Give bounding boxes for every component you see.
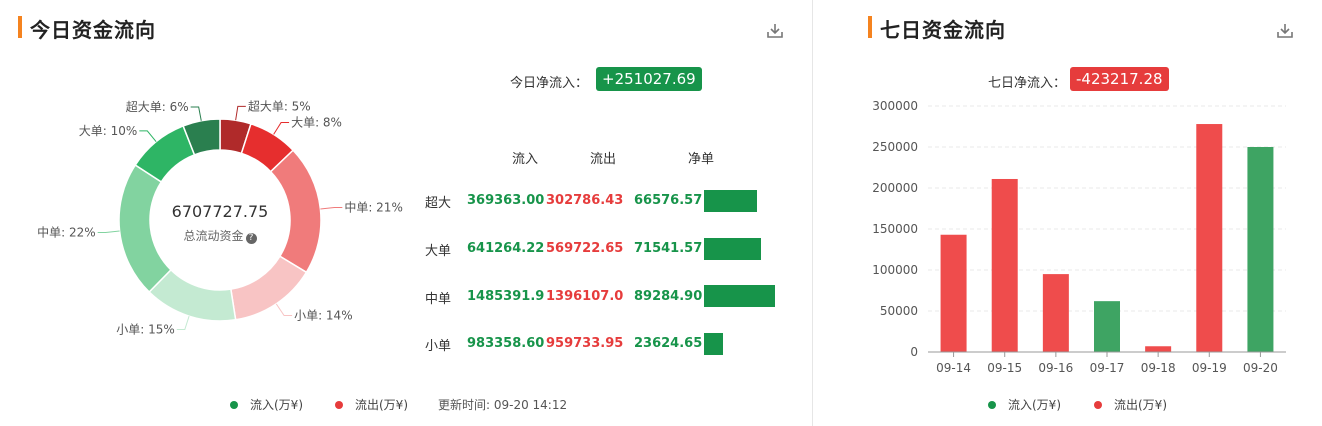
week-net-label: 七日净流入： <box>988 76 1067 91</box>
slice-leader-line <box>273 122 290 135</box>
slice-label: 超大单: 5% <box>248 98 311 113</box>
x-tick-label: 09-17 <box>1090 361 1125 375</box>
legend-inflow[interactable]: 流入(万¥) <box>988 396 1061 413</box>
slice-leader-line <box>190 106 202 121</box>
row-net: 89284.90 <box>634 289 703 304</box>
y-tick-label: 100000 <box>872 263 918 277</box>
y-tick-label: 300000 <box>872 99 918 113</box>
download-icon[interactable] <box>1276 22 1294 40</box>
slice-label: 小单: 14% <box>294 308 353 322</box>
row-outflow: 302786.43 <box>546 193 624 208</box>
slice-leader-line <box>176 316 190 330</box>
y-tick-label: 200000 <box>872 181 918 195</box>
today-net-label: 今日净流入： <box>510 76 589 91</box>
x-tick-label: 09-19 <box>1192 361 1227 375</box>
title-accent-bar <box>18 16 22 38</box>
legend-outflow-label: 流出(万¥) <box>1114 398 1167 412</box>
outflow-dot-icon <box>1094 400 1102 409</box>
download-icon[interactable] <box>766 22 784 40</box>
panel-divider <box>812 0 813 426</box>
slice-label: 中单: 21% <box>344 200 403 215</box>
net-bar <box>704 333 723 355</box>
row-inflow: 1485391.9 <box>467 289 545 304</box>
day-bar[interactable] <box>1247 147 1274 352</box>
day-bar[interactable] <box>1196 124 1223 352</box>
row-label: 小单 <box>425 339 452 354</box>
row-net: 66576.57 <box>634 193 703 208</box>
total-capital-value: 6707727.75 <box>171 202 269 221</box>
header-net: 净单 <box>688 152 715 167</box>
y-tick-label: 250000 <box>872 140 918 154</box>
total-capital-caption: 总流动资金? <box>150 227 290 244</box>
legend-inflow[interactable]: 流入(万¥) <box>230 396 303 413</box>
row-outflow: 1396107.0 <box>546 289 624 304</box>
today-capital-flow-panel: 今日资金流向 超大单: 5% 大单: 8% 中单: 21% 小单: 14% 小单: 15… <box>0 0 808 426</box>
week-net-value-badge: -423217.28 <box>1070 67 1169 91</box>
day-bar[interactable] <box>991 178 1018 352</box>
row-net: 23624.65 <box>634 336 703 351</box>
row-inflow: 369363.00 <box>467 193 545 208</box>
slice-label: 大单: 8% <box>291 116 342 130</box>
row-inflow: 983358.60 <box>467 336 545 351</box>
slice-leader-line <box>139 130 157 143</box>
net-bar <box>704 190 757 212</box>
day-bar[interactable] <box>1094 301 1120 352</box>
x-tick-label: 09-16 <box>1038 361 1073 375</box>
slice-leader-line <box>235 105 246 121</box>
row-net: 71541.57 <box>634 241 703 256</box>
slice-label: 大单: 10% <box>79 124 138 138</box>
slice-leader-line <box>320 207 343 210</box>
today-net-value-badge: +251027.69 <box>596 67 702 91</box>
net-bar <box>704 285 775 307</box>
x-tick-label: 09-14 <box>936 361 971 375</box>
row-inflow: 641264.22 <box>467 241 545 256</box>
header-out: 流出 <box>590 152 617 167</box>
outflow-dot-icon <box>335 400 343 409</box>
day-bar[interactable] <box>1042 274 1069 352</box>
row-label: 超大 <box>425 196 452 211</box>
x-tick-label: 09-20 <box>1243 361 1278 375</box>
title-accent-bar <box>868 16 872 38</box>
header-in: 流入 <box>512 152 539 167</box>
donut-center: 6707727.75 总流动资金? <box>150 202 290 244</box>
inflow-dot-icon <box>988 400 996 409</box>
row-label: 中单 <box>425 292 452 307</box>
total-capital-label: 总流动资金 <box>183 229 244 243</box>
seven-day-capital-flow-panel: 七日资金流向 七日净流入： -423217.28 0 50000 100000 150… <box>840 0 1322 426</box>
legend-inflow-label: 流入(万¥) <box>1008 398 1061 412</box>
update-time: 更新时间: 09-20 14:12 <box>438 398 568 412</box>
y-tick-label: 150000 <box>872 222 918 236</box>
y-tick-label: 0 <box>910 345 918 359</box>
y-tick-label: 50000 <box>880 304 918 318</box>
net-bar <box>704 238 761 260</box>
week-title: 七日资金流向 <box>880 18 1006 42</box>
question-circle-icon[interactable]: ? <box>245 233 257 244</box>
legend-outflow[interactable]: 流出(万¥) <box>1094 396 1167 413</box>
slice-label: 小单: 15% <box>116 322 175 336</box>
row-outflow: 959733.95 <box>546 336 624 351</box>
row-label: 大单 <box>425 244 452 259</box>
row-outflow: 569722.65 <box>546 241 624 256</box>
slice-leader-line <box>97 230 120 233</box>
x-tick-label: 09-15 <box>987 361 1022 375</box>
slice-label: 中单: 22% <box>37 224 96 239</box>
legend-outflow-label: 流出(万¥) <box>355 398 408 412</box>
x-tick-label: 09-18 <box>1141 361 1176 375</box>
slice-label: 超大单: 6% <box>126 99 189 114</box>
legend-outflow[interactable]: 流出(万¥) <box>335 396 408 413</box>
today-title: 今日资金流向 <box>30 18 156 42</box>
legend-inflow-label: 流入(万¥) <box>250 398 303 412</box>
day-bar[interactable] <box>1145 346 1172 352</box>
day-bar[interactable] <box>940 234 967 352</box>
seven-day-bar-chart: 0 50000 100000 150000 200000 250000 300000 09-1… <box>872 99 1286 375</box>
inflow-dot-icon <box>230 400 238 409</box>
slice-leader-line <box>275 303 293 316</box>
